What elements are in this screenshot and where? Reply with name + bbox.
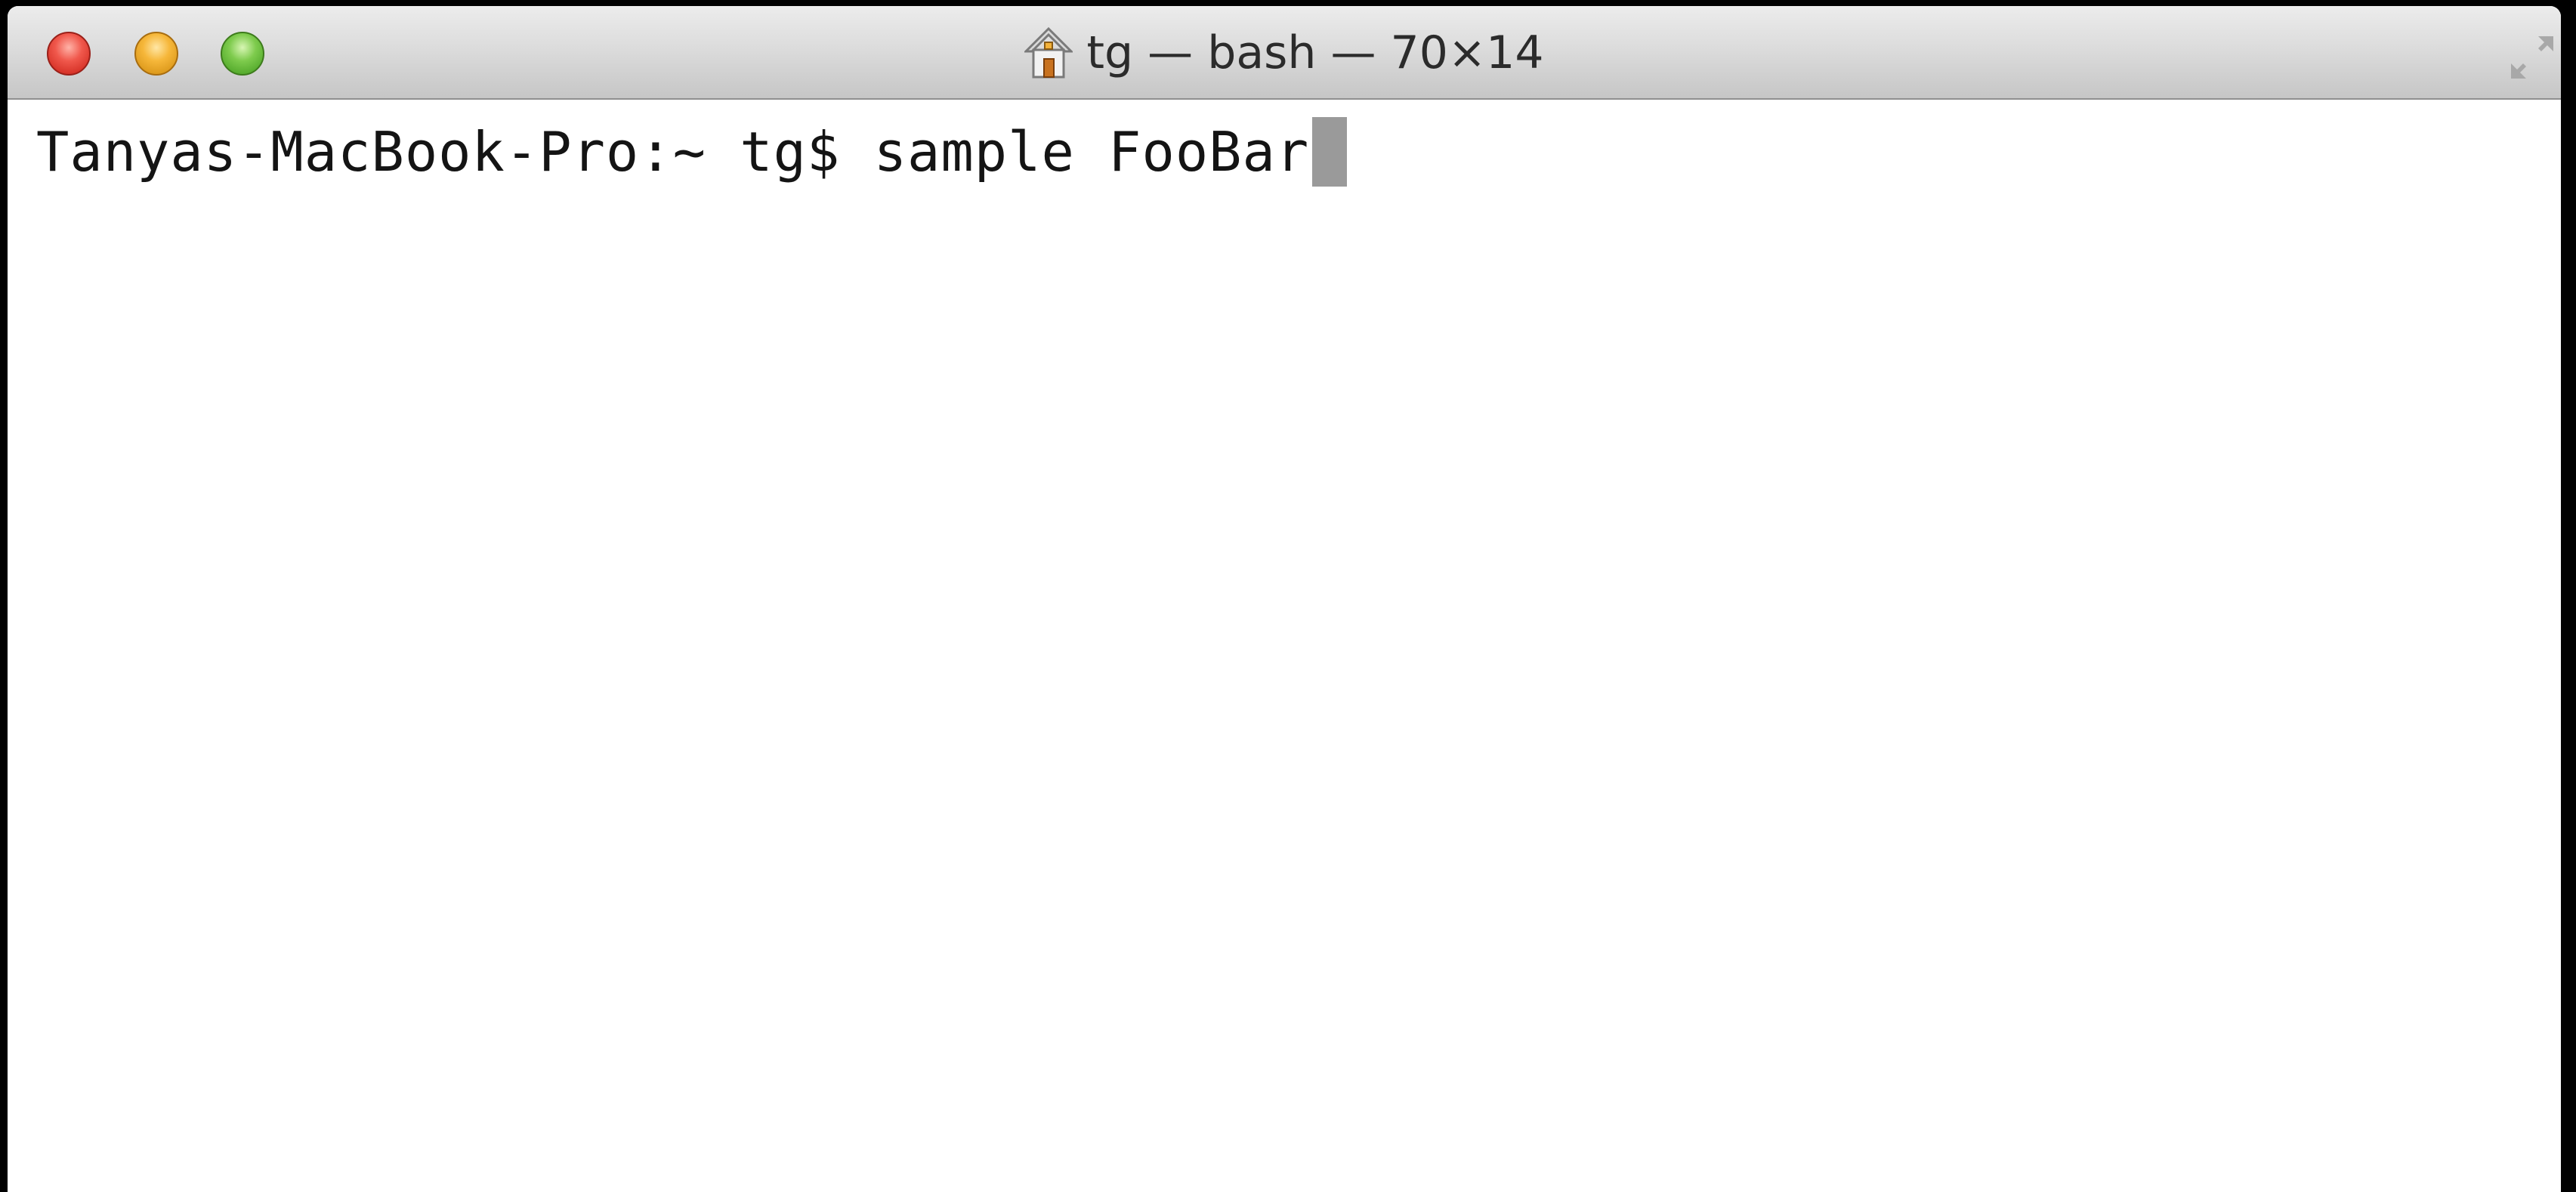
fullscreen-icon[interactable] [2510, 35, 2555, 80]
command-line: Tanyas-MacBook-Pro:~ tg$ sample FooBar [36, 117, 1348, 187]
title-bar[interactable]: tg — bash — 70×14 [8, 6, 2561, 100]
command-text: sample FooBar [873, 120, 1310, 184]
text-cursor [1312, 117, 1348, 187]
shell-prompt: Tanyas-MacBook-Pro:~ tg$ [36, 120, 874, 184]
terminal-window: tg — bash — 70×14 Tanyas-MacBook-Pro:~ t… [8, 6, 2561, 1192]
window-title-text: tg — bash — 70×14 [1086, 26, 1544, 79]
home-icon [1024, 26, 1073, 79]
terminal-content[interactable]: Tanyas-MacBook-Pro:~ tg$ sample FooBar [8, 100, 2561, 1192]
window-title: tg — bash — 70×14 [8, 23, 2561, 83]
